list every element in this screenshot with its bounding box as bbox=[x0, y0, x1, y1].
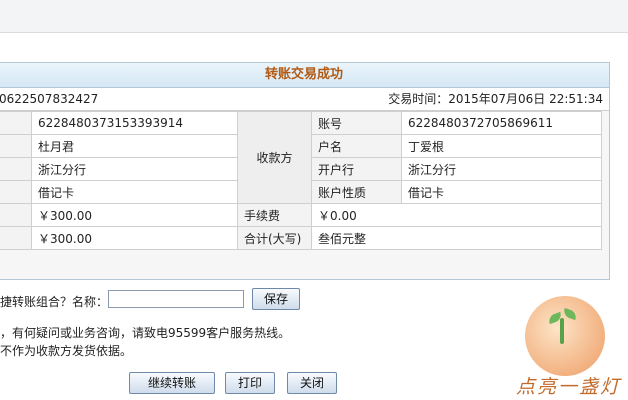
table-row: ￥300.00 合计(大写) 叁佰元整 bbox=[0, 226, 602, 250]
quick-transfer-combo-prompt: 捷转账组合？名称： bbox=[0, 295, 109, 309]
table-row: ￥300.00 手续费 ￥0.00 bbox=[0, 203, 602, 227]
combo-name-input[interactable] bbox=[108, 290, 244, 308]
payee-bank-label: 开户行 bbox=[311, 157, 402, 181]
transfer-amount: ￥300.00 bbox=[31, 203, 238, 227]
print-button[interactable]: 打印 bbox=[225, 372, 275, 394]
total-amount: ￥300.00 bbox=[31, 226, 238, 250]
support-notice: ，有何疑问或业务咨询，请致电95599客户服务热线。 bbox=[0, 326, 291, 340]
payer-account-label-cell bbox=[0, 111, 32, 135]
payer-name-label-cell bbox=[0, 134, 32, 158]
fee-value: ￥0.00 bbox=[311, 203, 602, 227]
transfer-result-panel: 转账交易成功 0622507832427 交易时间：2015年07月06日 22… bbox=[0, 62, 610, 280]
total-label-cell bbox=[0, 226, 32, 250]
payee-group-label: 收款方 bbox=[237, 111, 312, 204]
payee-name: 丁爱根 bbox=[401, 134, 602, 158]
fee-label: 手续费 bbox=[237, 203, 312, 227]
receipt-disclaimer: 不作为收款方发货依据。 bbox=[0, 344, 133, 358]
payee-type-label: 账户性质 bbox=[311, 180, 402, 204]
total-uppercase-label: 合计(大写) bbox=[237, 226, 312, 250]
transaction-serial: 0622507832427 bbox=[0, 92, 99, 106]
table-row: 6228480373153393914 收款方 账号 6228480372705… bbox=[0, 111, 602, 204]
payee-name-label: 户名 bbox=[311, 134, 402, 158]
save-button[interactable]: 保存 bbox=[252, 288, 300, 310]
transaction-info-bar: 0622507832427 交易时间：2015年07月06日 22:51:34 bbox=[0, 88, 609, 111]
panel-title: 转账交易成功 bbox=[0, 63, 609, 88]
total-uppercase-value: 叁佰元整 bbox=[311, 226, 602, 250]
payee-account-label: 账号 bbox=[311, 111, 402, 135]
payer-name: 杜月君 bbox=[31, 134, 238, 158]
top-toolbar-strip bbox=[0, 0, 628, 33]
payer-card-type: 借记卡 bbox=[31, 180, 238, 204]
continue-transfer-button[interactable]: 继续转账 bbox=[129, 372, 215, 394]
payee-bank: 浙江分行 bbox=[401, 157, 602, 181]
transaction-time: 交易时间：2015年07月06日 22:51:34 bbox=[388, 88, 603, 110]
sprout-stem bbox=[560, 318, 564, 344]
amount-label-cell bbox=[0, 203, 32, 227]
time-value: 2015年07月06日 22:51:34 bbox=[448, 92, 603, 106]
transfer-details-table: 6228480373153393914 收款方 账号 6228480372705… bbox=[0, 111, 602, 250]
payee-account: 6228480372705869611 bbox=[401, 111, 602, 135]
payer-bank-label-cell bbox=[0, 157, 32, 181]
time-label: 交易时间： bbox=[388, 92, 449, 106]
payer-account: 6228480373153393914 bbox=[31, 111, 238, 135]
watermark-text: 点亮一盏灯 bbox=[516, 376, 622, 398]
payee-card-type: 借记卡 bbox=[401, 180, 602, 204]
close-button[interactable]: 关闭 bbox=[287, 372, 337, 394]
payer-type-label-cell bbox=[0, 180, 32, 204]
payer-bank: 浙江分行 bbox=[31, 157, 238, 181]
